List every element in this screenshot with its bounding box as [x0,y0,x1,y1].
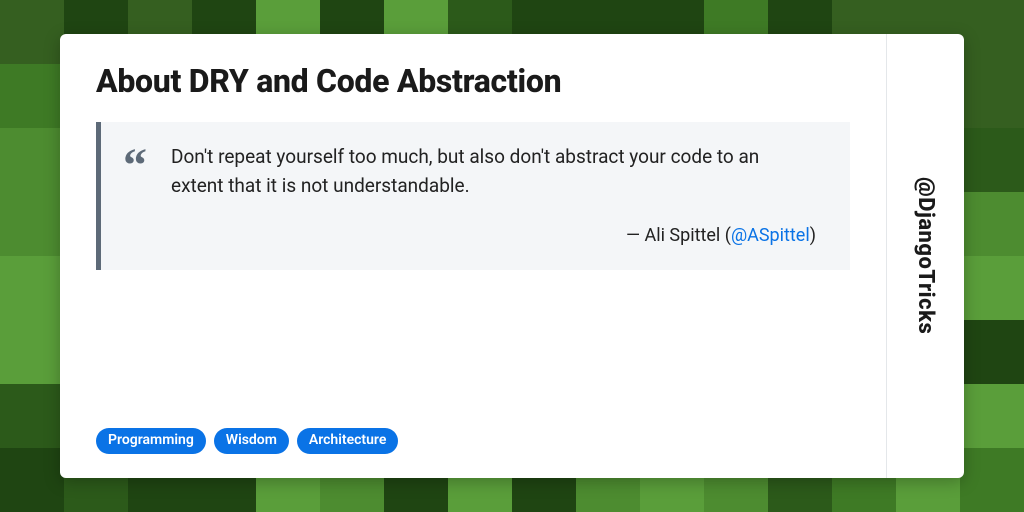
author-handle-link[interactable]: @ASpittel [731,225,810,246]
author-name: — Ali Spittel ( [626,225,731,246]
quote-block: “ Don't repeat yourself too much, but al… [96,122,850,270]
page-title: About DRY and Code Abstraction [96,62,850,100]
main-column: About DRY and Code Abstraction “ Don't r… [60,34,886,478]
account-handle[interactable]: @DjangoTricks [913,177,938,334]
tag-pill[interactable]: Programming [96,428,206,454]
quote-attribution: — Ali Spittel (@ASpittel) [123,225,822,246]
tag-pill[interactable]: Architecture [297,428,399,454]
tag-pill[interactable]: Wisdom [214,428,289,454]
author-suffix: ) [810,225,816,246]
quote-text: Don't repeat yourself too much, but also… [171,142,822,201]
sidebar: @DjangoTricks [886,34,964,478]
tag-row: Programming Wisdom Architecture [96,410,850,454]
content-card: About DRY and Code Abstraction “ Don't r… [60,34,964,478]
open-quote-icon: “ [123,154,147,178]
